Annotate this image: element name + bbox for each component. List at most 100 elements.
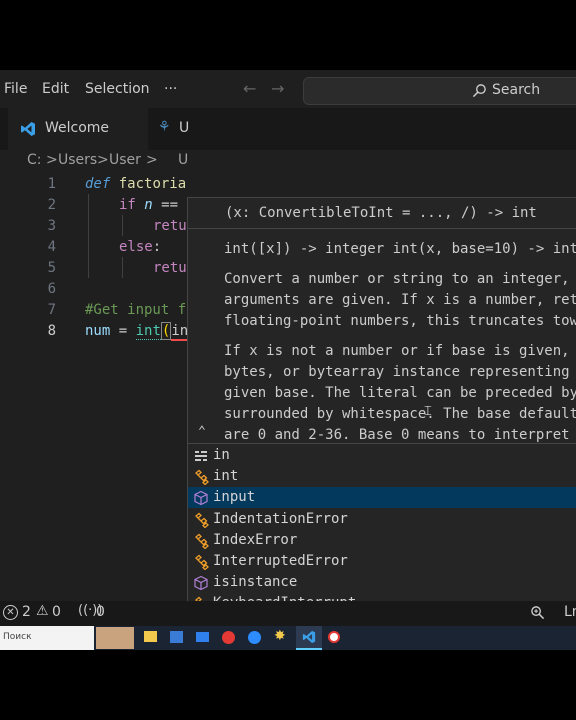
breadcrumb-drive[interactable]: C:	[27, 152, 42, 168]
chevron-right-icon: >	[146, 152, 158, 168]
hover-separator	[188, 228, 576, 229]
code-line-2: if n ==	[119, 197, 178, 213]
breadcrumb-file[interactable]: U	[178, 152, 188, 168]
hover-doc-line: floating-point numbers, this truncates t…	[224, 313, 576, 329]
suggestion-item[interactable]: int	[188, 466, 576, 487]
python-file-icon: ⚘	[158, 119, 171, 135]
taskbar-search-label: Поиск	[3, 632, 32, 642]
vscode-window: File Edit Selection ··· ← → Search Welco…	[0, 70, 576, 650]
recorder-icon[interactable]	[328, 631, 340, 643]
function-icon	[193, 575, 209, 591]
tab-welcome-label: Welcome	[45, 120, 110, 136]
menu-edit[interactable]: Edit	[42, 81, 69, 97]
code-line-7-comment: #Get input f	[85, 302, 187, 318]
error-icon[interactable]: ✕	[3, 605, 18, 620]
hover-doc-line: arguments are given. If x is a number, r…	[224, 292, 576, 308]
keyword-icon	[193, 448, 209, 464]
line-number: 5	[47, 260, 56, 276]
hover-documentation: (x: ConvertibleToInt = ..., /) -> int in…	[187, 197, 576, 445]
suggestion-label: IndentationError	[213, 510, 348, 527]
app-star-icon[interactable]: ✸	[274, 628, 286, 644]
colon: :	[152, 239, 162, 255]
taskbar-search[interactable]: Поиск	[0, 626, 94, 650]
cursor-position[interactable]: Ln	[564, 604, 576, 620]
suggestion-label: InterruptedError	[213, 553, 348, 569]
code-line-4: else:	[119, 239, 161, 255]
hover-signature: (x: ConvertibleToInt = ..., /) -> int	[225, 205, 537, 221]
suggestion-item[interactable]: isinstance	[188, 572, 576, 593]
operator: =	[110, 323, 136, 339]
warning-count[interactable]: 0	[52, 604, 61, 620]
chevron-right-icon: >	[97, 152, 109, 168]
hover-doc-line: int([x]) -> integer int(x, base=10) -> i…	[224, 241, 576, 257]
operator: ==	[152, 197, 179, 213]
keyword-if: if	[119, 197, 136, 213]
line-number: 7	[47, 302, 56, 318]
hover-doc-line: If x is not a number or if base is given…	[224, 343, 576, 359]
suggestion-item[interactable]: input	[188, 487, 576, 509]
zoom-icon[interactable]	[530, 605, 545, 620]
tab-python-file[interactable]: ⚘ U	[148, 108, 208, 150]
file-explorer-icon[interactable]	[144, 631, 157, 642]
title-bar: File Edit Selection ··· ← → Search	[0, 70, 576, 108]
vscode-taskbar-icon	[302, 630, 316, 644]
tab-welcome[interactable]: Welcome	[8, 108, 148, 150]
hover-doc-line: bytes, or bytearray instance representin…	[224, 364, 576, 380]
mail-icon[interactable]	[196, 632, 209, 642]
taskbar-widget-image[interactable]	[96, 627, 134, 649]
windows-taskbar: Поиск ✸	[0, 626, 576, 650]
code-line-3: retu	[153, 218, 187, 234]
class-icon	[193, 533, 209, 550]
hover-doc-line: Convert a number or string to an integer…	[224, 271, 576, 287]
search-label: Search	[492, 82, 541, 98]
suggestion-item[interactable]: IndentationError	[188, 509, 576, 530]
line-number: 6	[47, 281, 56, 297]
indent-guide	[122, 257, 123, 278]
zoom-app-icon[interactable]	[248, 631, 261, 644]
forward-arrow-icon[interactable]: →	[271, 79, 284, 98]
command-center-search[interactable]: Search	[303, 77, 576, 105]
hover-doc-line: given base. The literal can be preceded …	[224, 385, 576, 401]
vscode-taskbar-button[interactable]	[296, 626, 322, 650]
class-icon	[193, 554, 209, 571]
code-editor[interactable]: 1 2 3 4 5 6 7 8 def factoria if n == ret…	[0, 172, 576, 650]
line-number-active: 8	[47, 323, 56, 339]
chevron-right-icon: >	[46, 152, 58, 168]
back-arrow-icon[interactable]: ←	[243, 79, 256, 98]
suggestion-item[interactable]: in	[188, 445, 576, 466]
ports-count[interactable]: 0	[96, 604, 105, 620]
mouse-cursor-icon: ⌶	[424, 404, 432, 419]
suggestion-label: int	[213, 468, 239, 485]
open-paren: (	[160, 322, 172, 340]
keyword-else: else	[119, 239, 153, 255]
line-number: 1	[47, 176, 56, 192]
line-number: 2	[47, 197, 56, 213]
typed-text: in	[171, 323, 189, 341]
keyword-def: def	[85, 176, 111, 192]
warning-icon[interactable]: ⚠	[36, 603, 49, 619]
tab-bar: Welcome ⚘ U	[0, 108, 576, 150]
breadcrumb-users[interactable]: Users	[58, 152, 97, 168]
menu-selection[interactable]: Selection	[85, 81, 150, 97]
vscode-logo-icon	[21, 122, 35, 136]
breadcrumb-user[interactable]: User	[109, 152, 141, 168]
suggestion-item[interactable]: InterruptedError	[188, 551, 576, 572]
menu-more[interactable]: ···	[164, 81, 177, 97]
hover-doc-line: are 0 and 2-36. Base 0 means to interpre…	[224, 427, 576, 443]
breadcrumb: C: > Users > User > U	[0, 150, 576, 172]
line-number: 4	[47, 239, 56, 255]
line-number: 3	[47, 218, 56, 234]
variable-n: n	[144, 197, 153, 213]
menu-file[interactable]: File	[4, 81, 27, 97]
class-icon	[193, 469, 209, 486]
store-icon[interactable]	[170, 631, 183, 643]
code-line-8: num = int(in	[85, 322, 189, 341]
chevron-up-icon[interactable]: ⌃	[198, 424, 206, 439]
search-icon	[472, 84, 486, 98]
function-icon	[193, 490, 209, 506]
yandex-icon[interactable]	[222, 631, 235, 644]
error-count[interactable]: 2	[22, 604, 31, 620]
indent-guide	[88, 194, 89, 278]
suggestion-item[interactable]: IndexError	[188, 530, 576, 551]
suggestion-label: IndexError	[213, 531, 298, 548]
